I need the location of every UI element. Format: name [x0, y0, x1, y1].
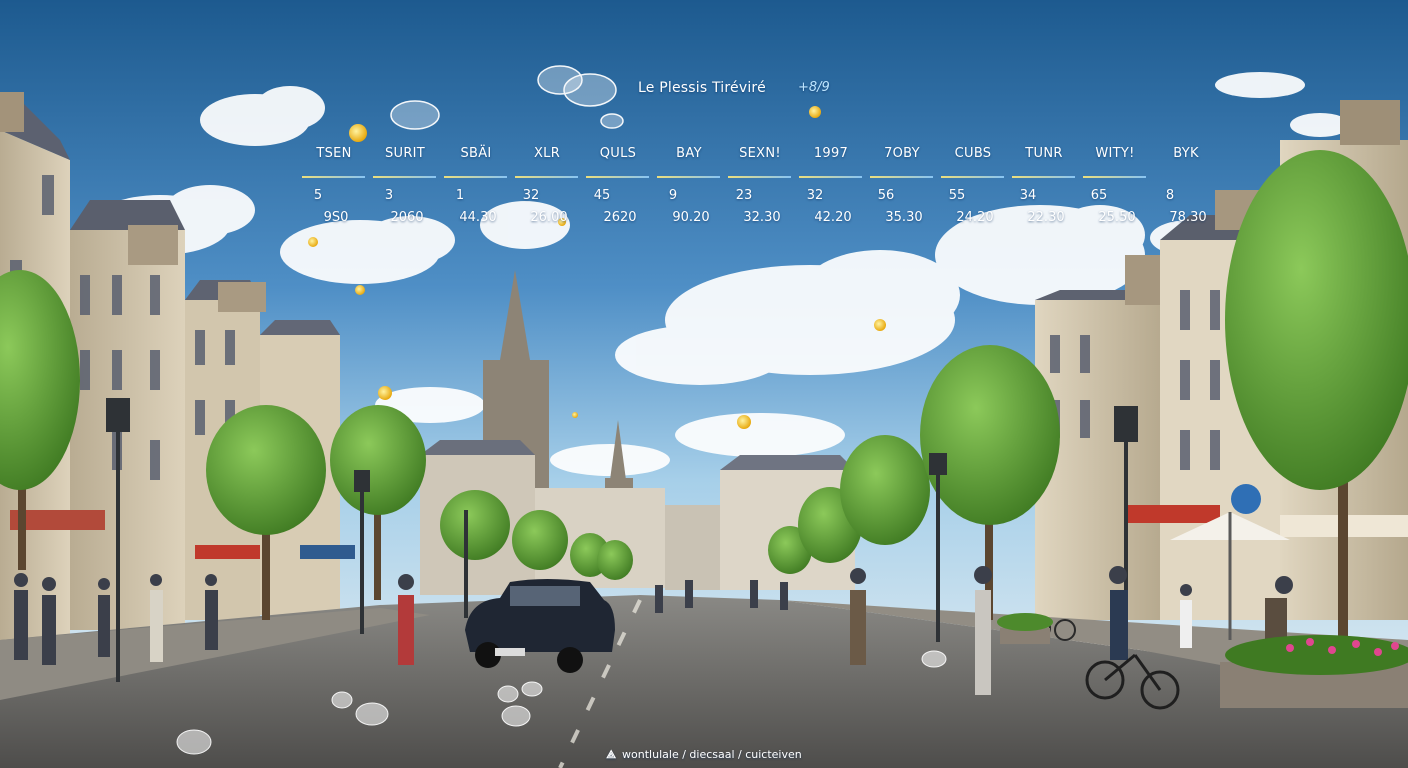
town-street-illustration [0, 0, 1408, 768]
forecast-divider [657, 176, 720, 178]
forecast-divider [1012, 176, 1075, 178]
forecast-divider [373, 176, 436, 178]
forecast-divider [870, 176, 933, 178]
town-scene-card: Le Plessis Tiréviré +8/9 TSEN 5 9S0 SURIT 3 2… [0, 0, 1408, 768]
footer: ⟁ wontlulale / diecsaal / cuicteiven [0, 748, 1408, 762]
forecast-divider [1083, 176, 1146, 178]
forecast-divider [586, 176, 649, 178]
forecast-divider [302, 176, 365, 178]
location-value: +8/9 [798, 80, 830, 95]
forecast-divider [941, 176, 1004, 178]
forecast-value: 78.30 [1169, 210, 1207, 225]
forecast-divider [444, 176, 507, 178]
forecast-divider [799, 176, 862, 178]
forecast-label: BYK [1173, 146, 1199, 161]
forecast-number: 8 [1165, 188, 1175, 203]
brand-logo-icon: ⟁ [606, 748, 617, 761]
forecast-divider [515, 176, 578, 178]
forecast-divider [728, 176, 791, 178]
footer-text: wontlulale / diecsaal / cuicteiven [622, 748, 802, 761]
location-title: Le Plessis Tiréviré [638, 80, 766, 96]
